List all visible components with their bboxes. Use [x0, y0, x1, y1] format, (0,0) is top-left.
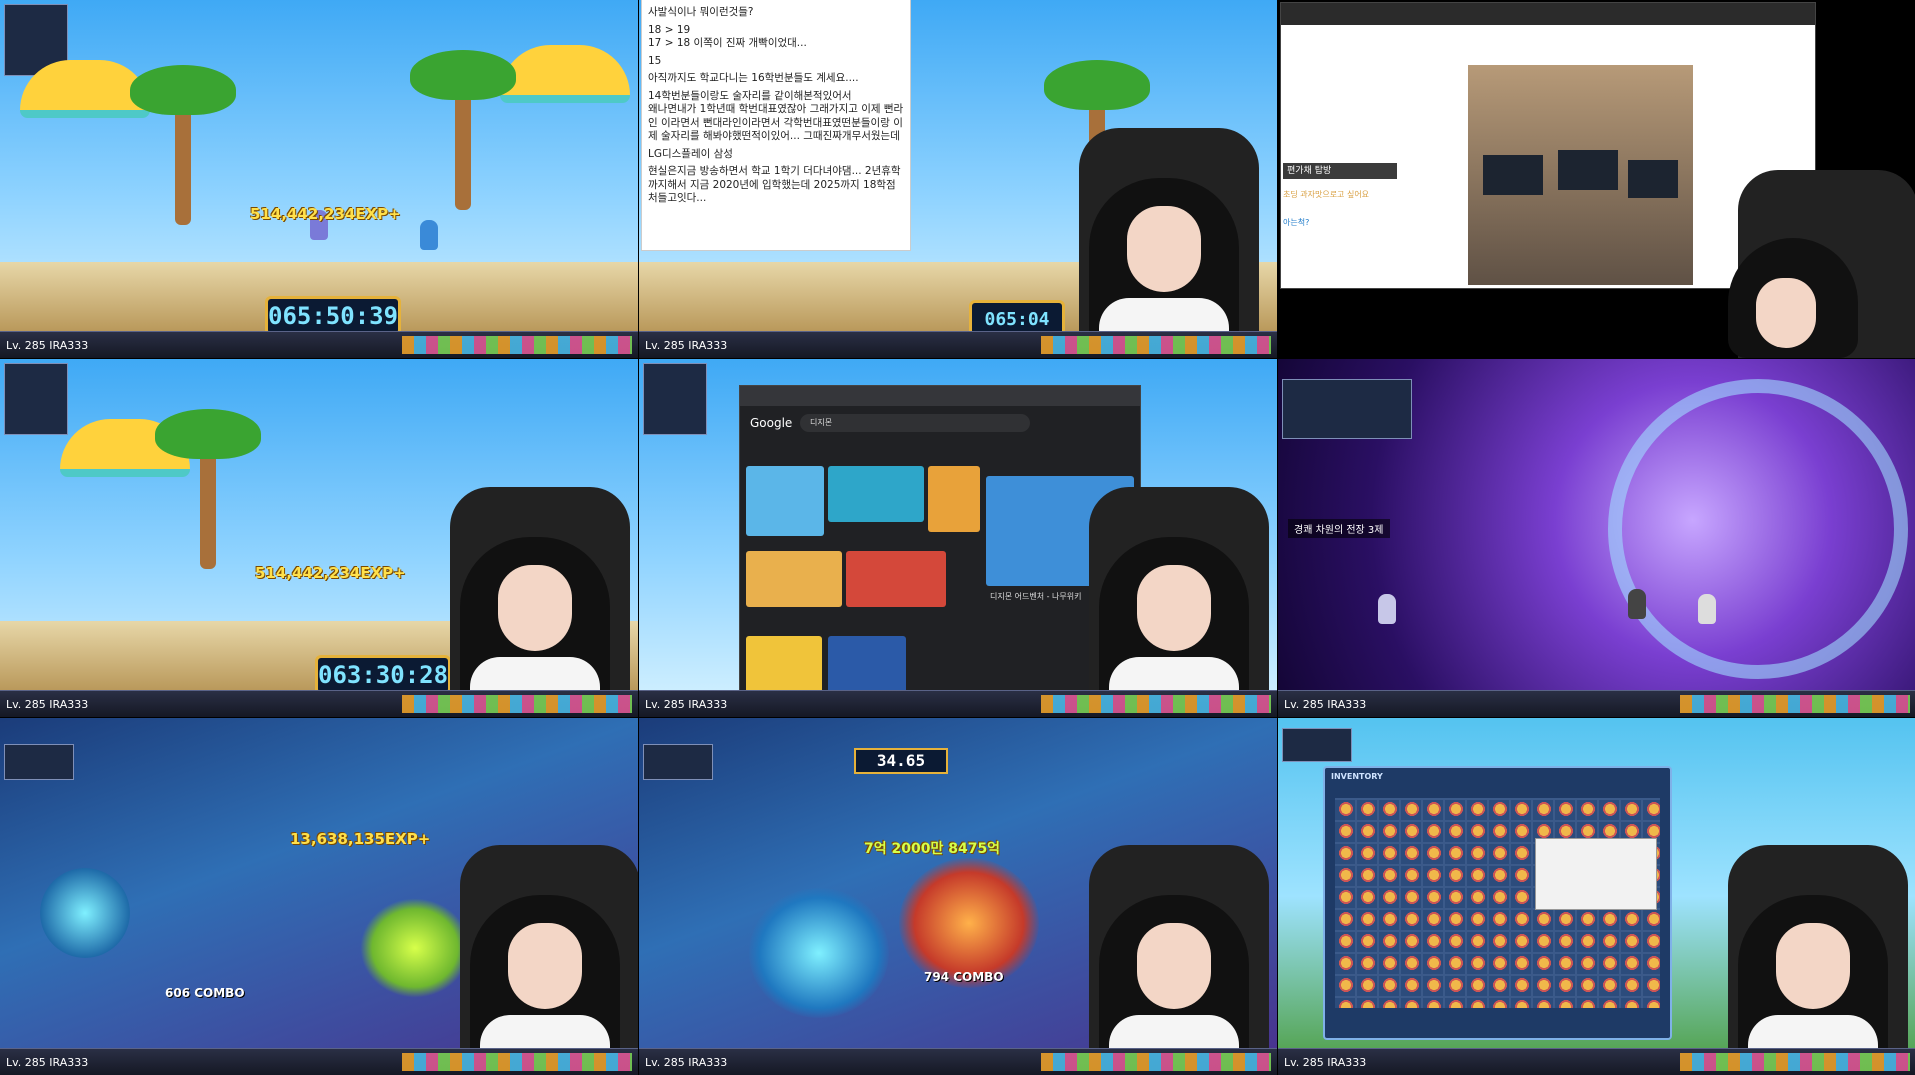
notepad-window[interactable]: 사발식이나 뭐이런것들? 18 > 19 17 > 18 이쪽이 진짜 개빡이었… — [642, 0, 910, 250]
image-result[interactable] — [746, 466, 824, 536]
countdown-timer: 34.65 — [854, 748, 948, 774]
skill-effect — [360, 898, 470, 998]
stream-tile-8: 34.65 7억 2000만 8475억 794 COMBO Lv. 285 I… — [639, 718, 1277, 1075]
skill-hotkeys[interactable] — [1041, 336, 1271, 354]
status-bar: Lv. 285 IRA333 — [639, 1048, 1277, 1075]
streamer-face — [508, 923, 582, 1009]
search-input[interactable]: 디지몬 — [800, 414, 1030, 432]
skill-hotkeys[interactable] — [1041, 1053, 1271, 1071]
stream-tile-5: Google 디지몬 디지몬 어드벤처 - 나무위키 Lv. 285 IRA33… — [639, 359, 1277, 717]
status-bar: Lv. 285 IRA333 — [639, 331, 1277, 358]
combo-counter: 794 COMBO — [924, 970, 1004, 984]
minimap[interactable] — [1282, 728, 1352, 762]
stream-tile-6: 경쾌 차원의 전장 3제 Lv. 285 IRA333 — [1278, 359, 1915, 717]
minimap[interactable] — [4, 744, 74, 780]
google-logo: Google — [750, 416, 793, 430]
minimap[interactable] — [4, 363, 68, 435]
stream-label: 편가채 탑방 — [1283, 163, 1397, 179]
palm-tree — [130, 65, 236, 225]
status-bar: Lv. 285 IRA333 — [1278, 690, 1915, 717]
status-bar: Lv. 285 IRA333 — [0, 331, 638, 358]
notepad-line: 아직까지도 학교다니는 16학번분들도 계세요.... — [648, 72, 859, 84]
chat-line: 초딩 과자맛으로고 싶어요 — [1283, 190, 1370, 199]
minimap[interactable] — [1282, 379, 1412, 439]
status-bar: Lv. 285 IRA333 — [639, 690, 1277, 717]
enemy-character — [1628, 589, 1646, 619]
portal-ring — [1608, 379, 1908, 679]
skill-effect — [749, 888, 889, 1018]
streamer-face — [1137, 565, 1211, 651]
umbrella — [500, 45, 630, 103]
stream-tile-9: INVENTORY Lv. 285 IRA333 — [1278, 718, 1915, 1075]
level-label: Lv. 285 IRA333 — [645, 1056, 728, 1069]
exp-gain: 514,442,234EXP+ — [250, 205, 401, 223]
status-bar: Lv. 285 IRA333 — [0, 690, 638, 717]
enemy-character — [1698, 594, 1716, 624]
level-label: Lv. 285 IRA333 — [1284, 1056, 1367, 1069]
streamer-face — [1127, 206, 1201, 292]
stream-tile-3: 편가채 탑방 초딩 과자맛으로고 싶어요 아는척? — [1278, 0, 1915, 358]
streamer-face — [1756, 278, 1816, 348]
minimap[interactable] — [643, 363, 707, 435]
streamer-face — [1776, 923, 1850, 1009]
browser-tabbar[interactable] — [740, 386, 1140, 406]
npc-character — [420, 220, 438, 250]
damage-numbers: 7억 2000만 8475억 — [864, 841, 1001, 857]
skill-hotkeys[interactable] — [402, 695, 632, 713]
notepad-line: 15 — [648, 54, 662, 67]
streamer-face — [498, 565, 572, 651]
level-label: Lv. 285 IRA333 — [6, 339, 89, 352]
image-result[interactable] — [828, 466, 924, 522]
timer: 063:30:28 — [315, 655, 451, 695]
palm-tree — [155, 409, 261, 569]
status-bar: Lv. 285 IRA333 — [1278, 1048, 1915, 1075]
result-title[interactable]: 디지몬 어드벤처 - 나무위키 — [990, 591, 1081, 602]
notepad-line: 18 > 19 17 > 18 이쪽이 진짜 개빡이었대... — [648, 23, 807, 50]
status-bar: Lv. 285 IRA333 — [0, 1048, 638, 1075]
streamer-webcam — [1728, 238, 1858, 358]
level-label: Lv. 285 IRA333 — [6, 698, 89, 711]
player-character — [1378, 594, 1396, 624]
skill-hotkeys[interactable] — [402, 1053, 632, 1071]
map-title: 경쾌 차원의 전장 3제 — [1288, 519, 1390, 538]
skill-hotkeys[interactable] — [1041, 695, 1271, 713]
stream-tile-4: 514,442,234EXP+ 063:30:28 Lv. 285 IRA333 — [0, 359, 638, 717]
inventory-window[interactable]: INVENTORY — [1323, 766, 1672, 1040]
level-label: Lv. 285 IRA333 — [1284, 698, 1367, 711]
notepad-line: LG디스플레이 삼성 — [648, 147, 733, 160]
browser-tabbar[interactable] — [1281, 3, 1815, 25]
stream-tile-1: 514,442,234EXP+ 065:50:39 Lv. 285 IRA333 — [0, 0, 638, 358]
streamer-face — [1137, 923, 1211, 1009]
skill-hotkeys[interactable] — [1680, 1053, 1910, 1071]
image-result[interactable] — [846, 551, 946, 607]
boss-effect — [899, 858, 1039, 988]
combo-counter: 606 COMBO — [165, 986, 245, 1000]
item-popup[interactable] — [1535, 838, 1657, 910]
level-label: Lv. 285 IRA333 — [645, 339, 728, 352]
notepad-line: 현실은지금 방송하면서 학교 1학기 더다녀야댐... 2년휴학까지해서 지금 … — [648, 165, 901, 204]
exp-gain: 514,442,234EXP+ — [255, 564, 406, 582]
exp-gain: 13,638,135EXP+ — [290, 830, 431, 848]
skill-hotkeys[interactable] — [402, 336, 632, 354]
skill-hotkeys[interactable] — [1680, 695, 1910, 713]
image-result[interactable] — [928, 466, 980, 532]
stream-tile-7: 13,638,135EXP+ 606 COMBO Lv. 285 IRA333 — [0, 718, 638, 1075]
browser-window[interactable]: Google 디지몬 디지몬 어드벤처 - 나무위키 — [739, 385, 1141, 717]
timer: 065:50:39 — [265, 296, 401, 336]
notepad-line: 14학번분들이랑도 술자리를 같이해본적있어서 왜나면내가 1학년때 학번대표였… — [648, 89, 904, 143]
notepad-line: 사발식이나 뭐이런것들? — [648, 6, 754, 18]
minimap[interactable] — [643, 744, 713, 780]
palm-tree — [410, 50, 516, 210]
pc-bang-photo — [1468, 65, 1693, 285]
level-label: Lv. 285 IRA333 — [6, 1056, 89, 1069]
inventory-title: INVENTORY — [1331, 772, 1383, 781]
image-result[interactable] — [746, 551, 842, 607]
level-label: Lv. 285 IRA333 — [645, 698, 728, 711]
chat-line: 아는척? — [1283, 218, 1310, 227]
skill-effect — [40, 868, 130, 958]
